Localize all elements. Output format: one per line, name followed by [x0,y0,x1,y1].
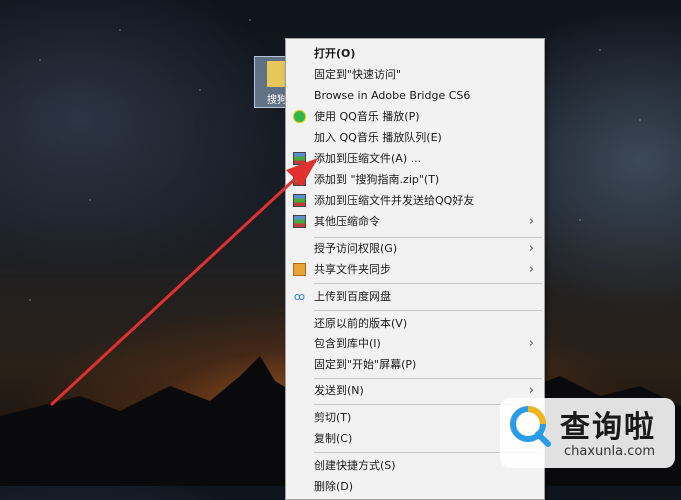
search-logo-icon [510,406,551,447]
watermark-logo: 查询啦 chaxunla.com [500,398,675,468]
watermark-title: 查询啦 [560,410,656,445]
watermark-subtitle: chaxunla.com [564,444,655,459]
